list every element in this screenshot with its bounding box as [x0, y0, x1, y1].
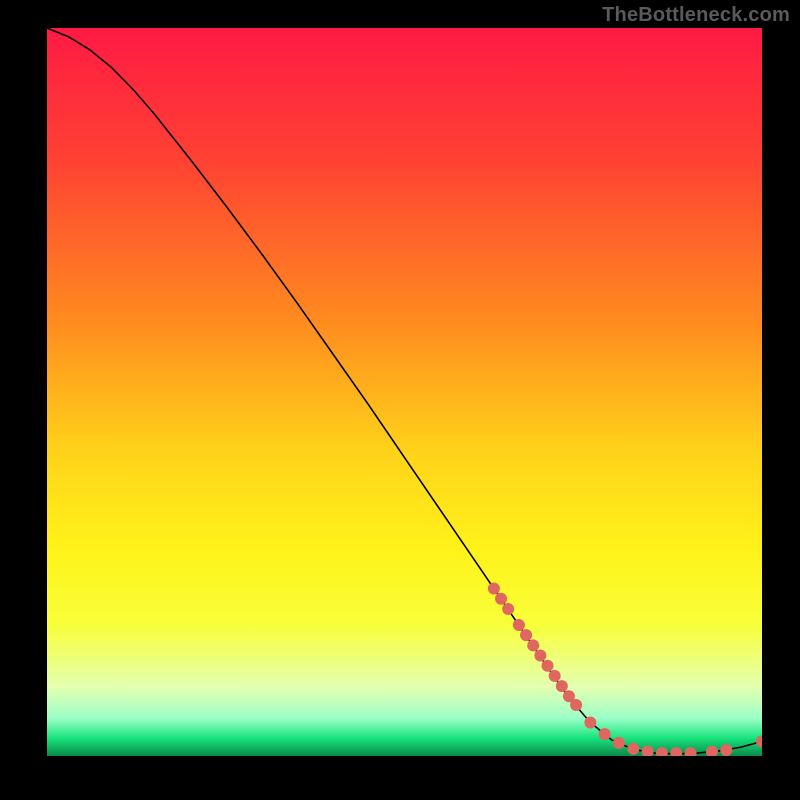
- data-point: [570, 699, 582, 711]
- chart-plot: [47, 28, 762, 756]
- watermark-text: TheBottleneck.com: [602, 4, 790, 27]
- data-point: [534, 650, 546, 662]
- data-point: [584, 717, 596, 729]
- chart-background: [47, 28, 762, 756]
- data-point: [502, 603, 514, 615]
- data-point: [613, 737, 625, 749]
- data-point: [488, 583, 500, 595]
- data-point: [513, 619, 525, 631]
- data-point: [527, 639, 539, 651]
- chart-frame: TheBottleneck.com: [0, 0, 800, 800]
- data-point: [495, 593, 507, 605]
- chart-svg: [47, 28, 762, 756]
- data-point: [520, 629, 532, 641]
- data-point: [542, 660, 554, 672]
- data-point: [627, 743, 639, 755]
- data-point: [720, 744, 732, 756]
- data-point: [556, 680, 568, 692]
- data-point: [549, 670, 561, 682]
- data-point: [599, 728, 611, 740]
